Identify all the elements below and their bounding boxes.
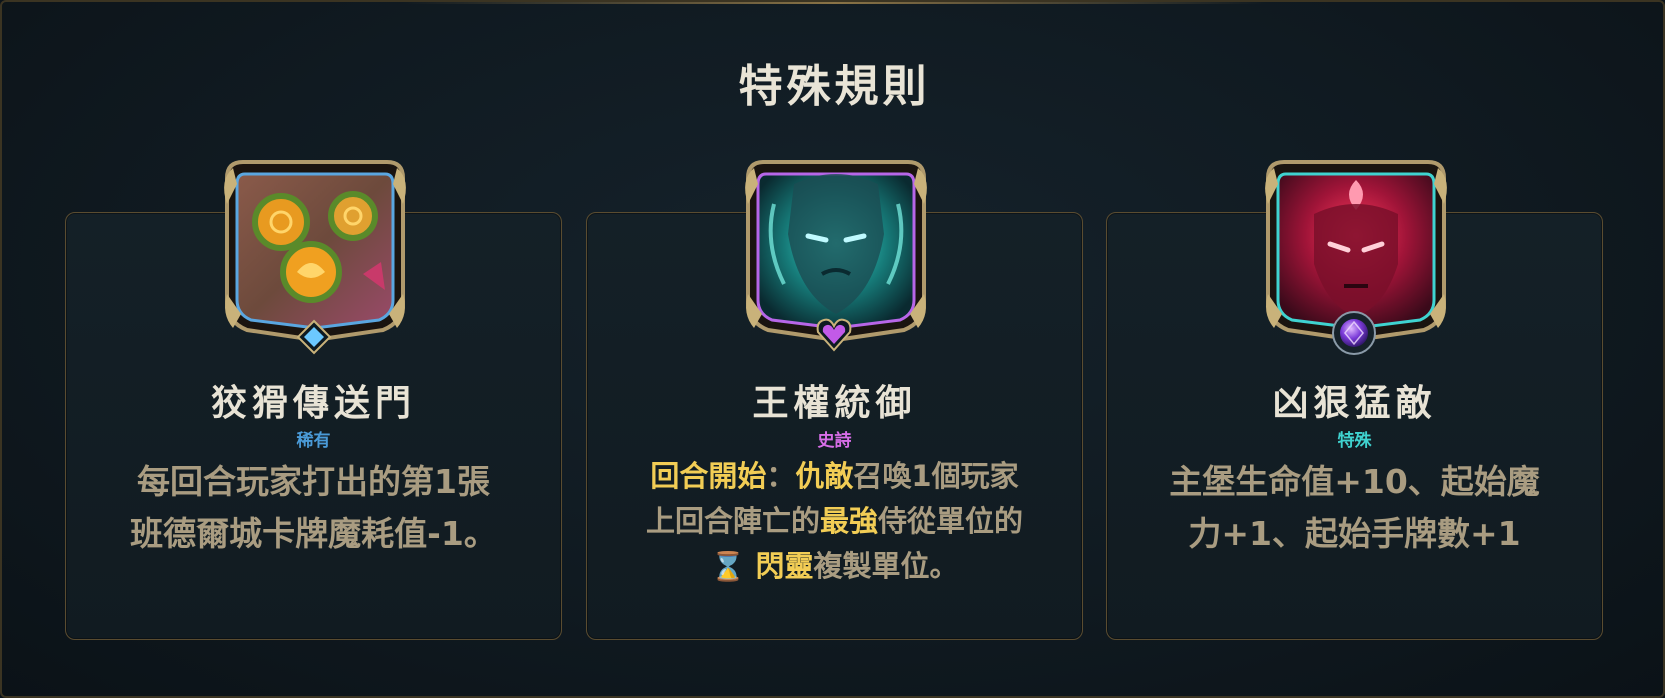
description-line: 班德爾城卡牌魔耗值-1。 bbox=[130, 514, 497, 553]
card-name-cunning-portal: 狡猾傳送門 bbox=[210, 383, 416, 424]
card-name-royal-dominion: 王權統御 bbox=[752, 383, 917, 424]
keyword-round-start[interactable]: 回合開始 bbox=[650, 459, 766, 493]
description-line: ⌛ 閃靈複製單位。 bbox=[710, 549, 959, 583]
description-line: 回合開始：仇敵召喚1個玩家 bbox=[650, 459, 1019, 493]
orb-gem-icon bbox=[1332, 311, 1376, 355]
diamond-gem-icon bbox=[296, 319, 332, 355]
description-line: 主堡生命值+10、起始魔 bbox=[1169, 462, 1540, 501]
card-description-royal-dominion: 回合開始：仇敵召喚1個玩家 上回合陣亡的最強侍從單位的 ⌛ 閃靈複製單位。 bbox=[586, 454, 1083, 589]
portal-seeds-art-icon bbox=[224, 160, 406, 343]
rarity-label-rare: 稀有 bbox=[296, 431, 331, 451]
heart-gem-icon bbox=[816, 318, 852, 352]
card-description-cunning-portal: 每回合玩家打出的第1張 班德爾城卡牌魔耗值-1。 bbox=[65, 456, 562, 560]
keyword-ephemeral[interactable]: 閃靈 bbox=[755, 549, 813, 583]
panel-top-glow bbox=[402, 2, 1267, 4]
card-name-fierce-foe: 凶狠猛敵 bbox=[1272, 383, 1437, 424]
description-line: 每回合玩家打出的第1張 bbox=[137, 462, 490, 501]
rarity-label-epic: 史詩 bbox=[817, 431, 852, 451]
special-rules-panel: 特殊規則 狡猾傳送門 稀有 每回合玩家打出的第1張 班德爾城卡牌魔耗值-1。 王… bbox=[0, 0, 1665, 698]
keyword-nemesis[interactable]: 仇敵 bbox=[795, 459, 853, 493]
card-description-fierce-foe: 主堡生命值+10、起始魔 力+1、起始手牌數+1 bbox=[1106, 456, 1603, 560]
rarity-label-special: 特殊 bbox=[1337, 431, 1372, 451]
panel-title: 特殊規則 bbox=[738, 61, 931, 112]
keyword-strongest[interactable]: 最強 bbox=[820, 504, 878, 538]
hourglass-icon: ⌛ bbox=[710, 550, 746, 583]
description-line: 力+1、起始手牌數+1 bbox=[1188, 514, 1521, 553]
description-line: 上回合陣亡的最強侍從單位的 bbox=[645, 504, 1024, 538]
